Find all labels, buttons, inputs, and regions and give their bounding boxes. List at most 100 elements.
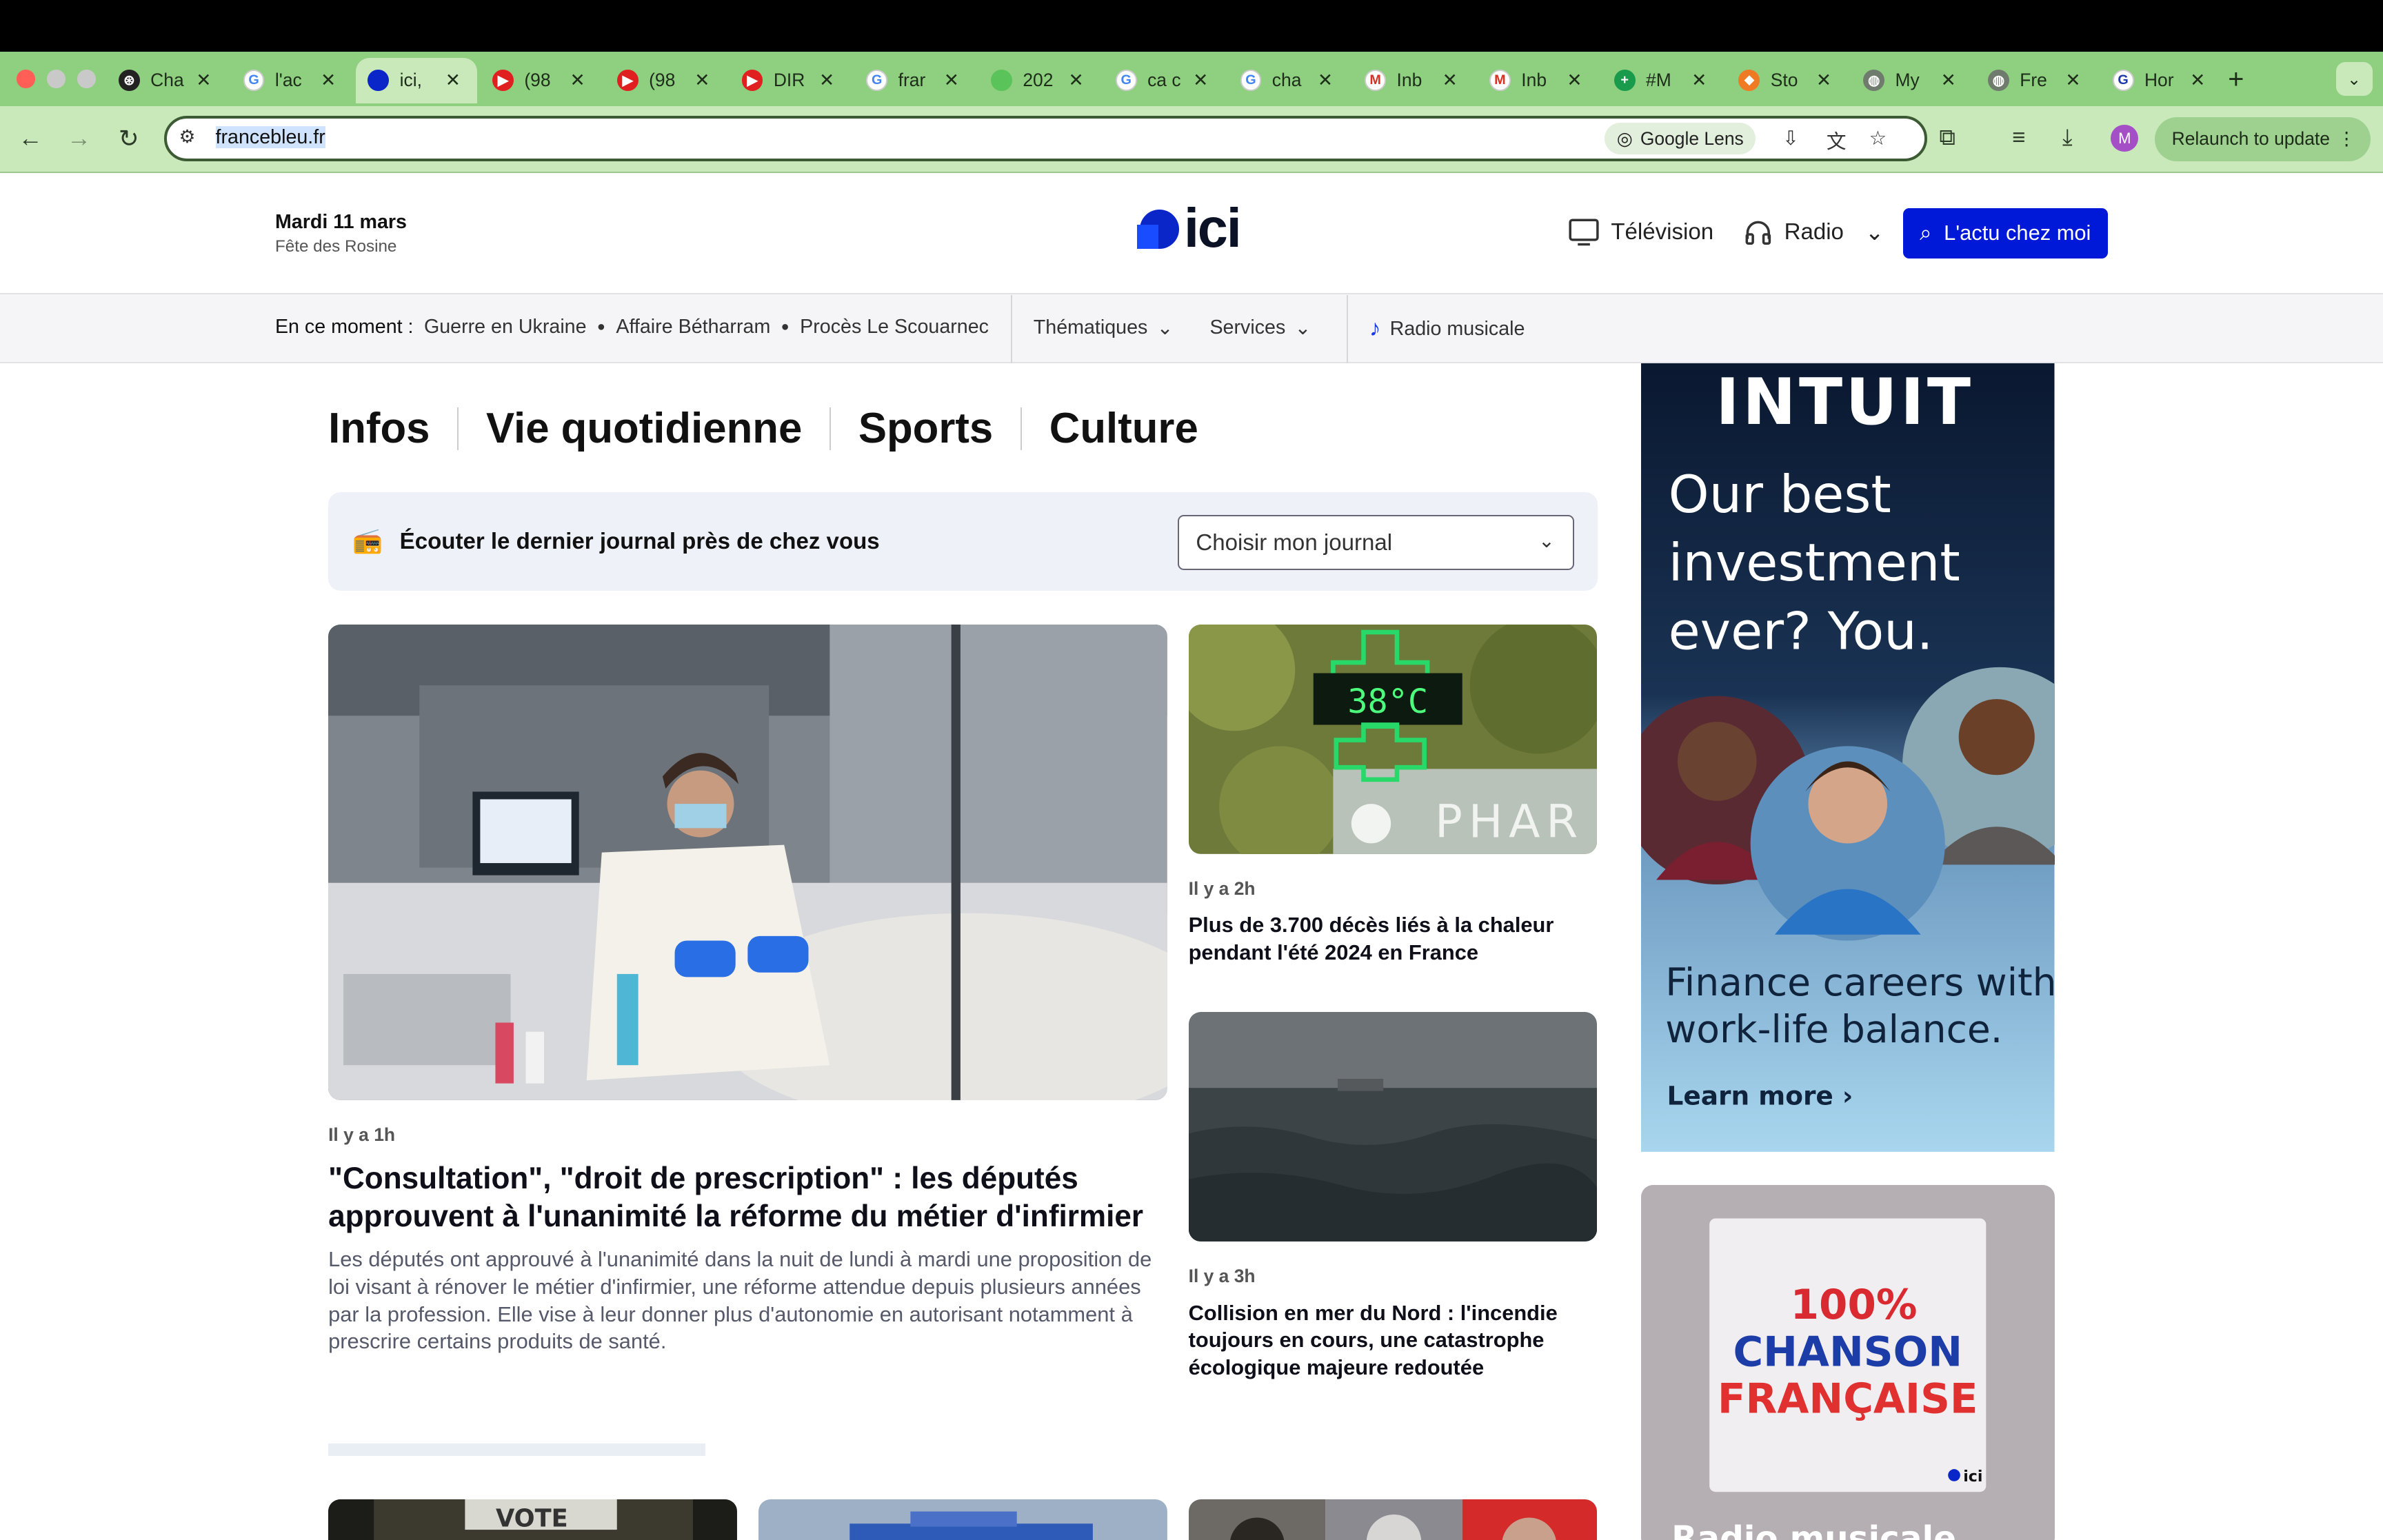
browser-tab[interactable]: ici, ✕ — [355, 57, 478, 103]
tv-icon — [1569, 219, 1599, 246]
radio-musicale-card[interactable]: 100% CHANSON FRANÇAISE ici Radio musical… — [1641, 1185, 2055, 1540]
services-menu[interactable]: Services ⌄ — [1209, 316, 1311, 340]
bottom-article-image[interactable] — [758, 1499, 1167, 1540]
address-bar[interactable]: ⚙ francebleu.fr ◎ Google Lens ⇩ 文 ☆ — [164, 115, 1927, 161]
forward-button[interactable]: → — [67, 125, 91, 152]
reload-button[interactable]: ↻ — [119, 125, 139, 153]
ici-logo-mark — [1136, 207, 1180, 250]
close-tab-icon[interactable]: ✕ — [445, 70, 461, 91]
topic-link[interactable]: Affaire Bétharram — [616, 316, 770, 338]
google-icon: G — [1115, 70, 1137, 92]
browser-tab[interactable]: Gca c ✕ — [1103, 58, 1225, 103]
translate-icon[interactable]: 文 — [1827, 126, 1847, 154]
cover-logo: ici — [1964, 1468, 1983, 1486]
tab-title: Hor — [2144, 70, 2174, 91]
site-settings-icon[interactable]: ⚙ — [179, 126, 196, 148]
divider — [1346, 294, 1349, 363]
intuit-ad[interactable]: INTUIT Our best investment ever? You. Fi… — [1641, 363, 2055, 1152]
close-tab-icon[interactable]: ✕ — [2065, 70, 2080, 91]
actu-chez-moi-button[interactable]: ⌕ L'actu chez moi — [1902, 207, 2109, 259]
browser-tab[interactable]: M Inb ✕ — [1353, 58, 1474, 103]
tab-title: (98 — [649, 70, 676, 91]
browser-tab[interactable]: ▶ (98 ✕ — [480, 58, 601, 103]
downloads-icon[interactable]: ⤓ — [2062, 125, 2073, 151]
tab-search-button[interactable]: ⌄ — [2335, 62, 2373, 96]
topic-link[interactable]: Procès Le Scouarnec — [800, 316, 989, 338]
side-article-title[interactable]: Collision en mer du Nord : l'incendie to… — [1189, 1299, 1584, 1381]
browser-tab[interactable]: ◍ Fre ✕ — [1975, 58, 2097, 103]
bottom-article-image[interactable] — [1188, 1499, 1598, 1540]
close-tab-icon[interactable]: ✕ — [2190, 70, 2205, 91]
close-tab-icon[interactable]: ✕ — [944, 70, 959, 91]
browser-tab[interactable]: ▶ DIR ✕ — [730, 58, 851, 103]
menu-dots-icon: ⋮ — [2337, 128, 2356, 150]
radio-musicale-link[interactable]: ♪ Radio musicale — [1369, 316, 1525, 342]
close-tab-icon[interactable]: ✕ — [570, 70, 585, 91]
main-article-image[interactable] — [328, 624, 1167, 1100]
extensions-icon[interactable]: ⧉ — [1939, 125, 1955, 151]
tab-title: My — [1895, 70, 1920, 91]
close-tab-icon[interactable]: ✕ — [1318, 70, 1333, 91]
tab-title: l'ac — [274, 70, 302, 91]
radio-menu[interactable]: Radio ⌄ — [1744, 219, 1884, 246]
side-article-image[interactable] — [1188, 1011, 1598, 1242]
side-article-title[interactable]: Plus de 3.700 décès liés à la chaleur pe… — [1189, 911, 1584, 966]
thematiques-menu[interactable]: Thématiques ⌄ — [1034, 316, 1174, 340]
browser-tab[interactable]: ⊛ Cha ✕ — [106, 58, 228, 103]
browser-tab[interactable]: G Hor ✕ — [2100, 58, 2222, 103]
browser-tab[interactable]: ◍ My ✕ — [1851, 58, 1973, 103]
ad-learn-more[interactable]: Learn more › — [1667, 1080, 1853, 1111]
close-window-button[interactable] — [17, 70, 35, 88]
close-tab-icon[interactable]: ✕ — [819, 70, 834, 91]
ad-tagline-line1: Finance careers with — [1666, 960, 2055, 1004]
tab-title: Inb — [1396, 70, 1422, 91]
section-sports[interactable]: Sports — [858, 404, 993, 453]
section-infos[interactable]: Infos — [328, 404, 430, 453]
browser-tab[interactable]: M Inb ✕ — [1477, 58, 1598, 103]
radio-icon: 📻 — [352, 527, 383, 554]
section-divider-bar — [328, 1443, 705, 1456]
install-app-icon[interactable]: ⇩ — [1782, 126, 1799, 150]
relaunch-button[interactable]: Relaunch to update ⋮ — [2155, 116, 2371, 161]
browser-tab[interactable]: ▶ (98 ✕ — [605, 58, 726, 103]
section-vie-quotidienne[interactable]: Vie quotidienne — [486, 404, 802, 453]
close-tab-icon[interactable]: ✕ — [1816, 70, 1831, 91]
maximize-window-button[interactable] — [77, 70, 96, 88]
header-date: Mardi 11 mars — [274, 211, 407, 234]
browser-tab[interactable]: Gfrar ✕ — [854, 58, 976, 103]
bottom-article-image[interactable]: VOTE — [328, 1499, 737, 1540]
media-controls-icon[interactable]: ≡ — [2012, 125, 2025, 151]
bookmark-star-icon[interactable]: ☆ — [1869, 126, 1887, 150]
close-tab-icon[interactable]: ✕ — [321, 70, 336, 91]
close-tab-icon[interactable]: ✕ — [1567, 70, 1582, 91]
television-label: Télévision — [1611, 219, 1714, 245]
close-tab-icon[interactable]: ✕ — [1193, 70, 1208, 91]
close-tab-icon[interactable]: ✕ — [1442, 70, 1458, 91]
browser-tab[interactable]: Gl'ac ✕ — [231, 58, 352, 103]
browser-tab[interactable]: ⬥ Sto ✕ — [1727, 58, 1848, 103]
close-tab-icon[interactable]: ✕ — [196, 70, 211, 91]
browser-tab[interactable]: 202 ✕ — [978, 58, 1100, 103]
close-tab-icon[interactable]: ✕ — [694, 70, 710, 91]
tab-title: Cha — [150, 70, 184, 91]
new-tab-button[interactable]: + — [2228, 64, 2244, 95]
gmail-icon: M — [1365, 70, 1387, 92]
ici-logo[interactable]: ici — [1136, 201, 1242, 255]
journal-select[interactable]: Choisir mon journal ⌄ — [1178, 515, 1575, 570]
lens-icon: ◎ — [1616, 128, 1633, 149]
close-tab-icon[interactable]: ✕ — [1068, 70, 1083, 91]
side-article-image[interactable]: 38°C PHAR — [1188, 624, 1598, 854]
section-culture[interactable]: Culture — [1049, 404, 1198, 453]
google-lens-button[interactable]: ◎ Google Lens — [1605, 123, 1756, 155]
main-article-title[interactable]: "Consultation", "droit de prescription" … — [328, 1159, 1167, 1235]
topic-link[interactable]: Guerre en Ukraine — [424, 316, 587, 338]
browser-tab[interactable]: Gcha ✕ — [1228, 58, 1349, 103]
radio-label: Radio — [1784, 219, 1844, 245]
browser-tab[interactable]: + #M ✕ — [1602, 58, 1723, 103]
television-link[interactable]: Télévision — [1569, 219, 1713, 246]
close-tab-icon[interactable]: ✕ — [1941, 70, 1956, 91]
close-tab-icon[interactable]: ✕ — [1691, 70, 1707, 91]
url-text: francebleu.fr — [215, 125, 325, 148]
minimize-window-button[interactable] — [47, 70, 66, 88]
back-button[interactable]: ← — [18, 125, 42, 152]
